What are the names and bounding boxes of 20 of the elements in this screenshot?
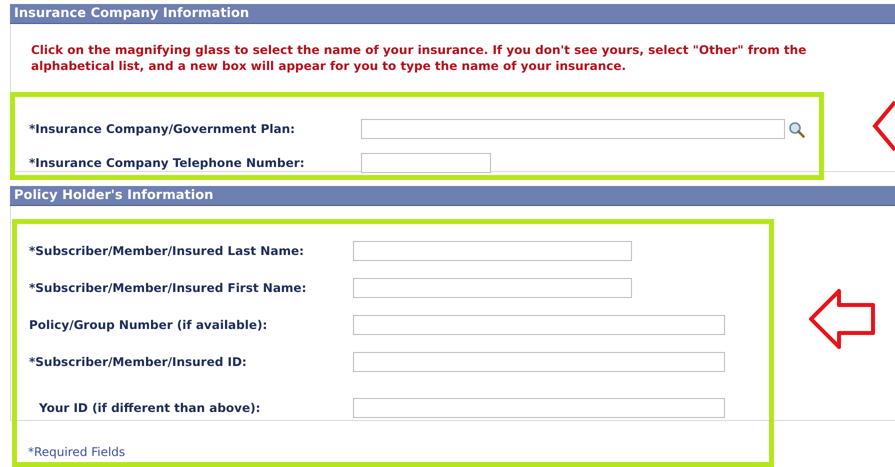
- section-header: Policy Holder's Information: [10, 186, 895, 206]
- section-header: Insurance Company Information: [10, 4, 895, 24]
- instruction-text: Click on the magnifying glass to select the name of your insurance. If you don't see yours, select "Other" from the alphabetical list, and a new box will appear for you to type the name of your insurance.: [30, 42, 808, 75]
- required-fields-note: *Required Fields: [28, 445, 126, 459]
- field-label: *Subscriber/Member/Insured ID:: [28, 354, 248, 370]
- field-label: Policy/Group Number (if available):: [28, 316, 268, 334]
- field-label: Your ID (if different than above):: [38, 400, 262, 417]
- search-icon[interactable]: [788, 120, 805, 138]
- text-field[interactable]: [361, 153, 491, 173]
- text-field[interactable]: [353, 314, 725, 334]
- field-label: *Subscriber/Member/Insured First Name:: [28, 280, 308, 296]
- field-label: *Insurance Company Telephone Number:: [28, 155, 306, 172]
- text-field[interactable]: [353, 240, 632, 260]
- text-field[interactable]: [361, 119, 785, 139]
- field-label: *Subscriber/Member/Insured Last Name:: [28, 242, 305, 260]
- text-field[interactable]: [353, 398, 725, 418]
- field-label: *Insurance Company/Government Plan:: [28, 121, 296, 138]
- text-field[interactable]: [353, 352, 725, 372]
- text-field[interactable]: [353, 278, 632, 298]
- arrow-icon: [808, 288, 876, 350]
